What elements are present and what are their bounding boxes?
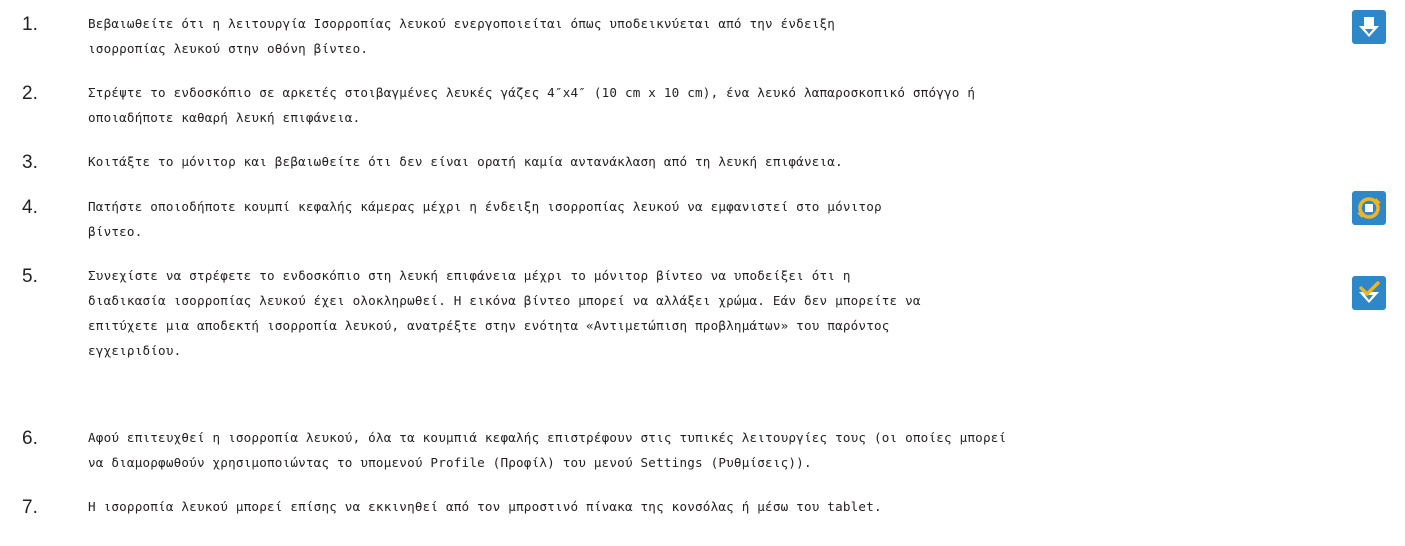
- step-text: Πατήστε οποιοδήποτε κουμπί κεφαλής κάμερ…: [88, 194, 882, 244]
- step-number: 3.: [22, 152, 38, 173]
- step-text-line: Βεβαιωθείτε ότι η λειτουργία Ισορροπίας …: [88, 16, 836, 31]
- step-text-line: Πατήστε οποιοδήποτε κουμπί κεφαλής κάμερ…: [88, 199, 882, 214]
- step-text-line: Κοιτάξτε το μόνιτορ και βεβαιωθείτε ότι …: [88, 154, 843, 169]
- step-text-line: διαδικασία ισορροπίας λευκού έχει ολοκλη…: [88, 293, 921, 308]
- step-text: Βεβαιωθείτε ότι η λειτουργία Ισορροπίας …: [88, 11, 835, 61]
- step-text-line: οποιαδήποτε καθαρή λευκή επιφάνεια.: [88, 110, 361, 125]
- step-text-line: Στρέψτε το ενδοσκόπιο σε αρκετές στοιβαγ…: [88, 85, 976, 100]
- step-text-line: να διαμορφωθούν χρησιμοποιώντας το υπομε…: [88, 455, 812, 470]
- step-text-line: εγχειριδίου.: [88, 343, 182, 358]
- step-text-line: βίντεο.: [88, 224, 143, 239]
- white-balance-in-progress-icon: [1352, 191, 1386, 225]
- step-number: 1.: [22, 14, 38, 35]
- step-text: Αφού επιτευχθεί η ισορροπία λευκού, όλα …: [88, 425, 1006, 475]
- step-number: 6.: [22, 428, 38, 449]
- step-text-line: Η ισορροπία λευκού μπορεί επίσης να εκκι…: [88, 499, 882, 514]
- step-text-line: ισορροπίας λευκού στην οθόνη βίντεο.: [88, 41, 369, 56]
- step-number: 5.: [22, 266, 38, 287]
- step-text-line: Αφού επιτευχθεί η ισορροπία λευκού, όλα …: [88, 430, 1007, 445]
- step-number: 4.: [22, 197, 38, 218]
- step-text-line: επιτύχετε μια αποδεκτή ισορροπία λευκού,…: [88, 318, 890, 333]
- step-text: Συνεχίστε να στρέφετε το ενδοσκόπιο στη …: [88, 263, 921, 363]
- step-text-line: Συνεχίστε να στρέφετε το ενδοσκόπιο στη …: [88, 268, 851, 283]
- step-text: Η ισορροπία λευκού μπορεί επίσης να εκκι…: [88, 494, 882, 519]
- step-text: Στρέψτε το ενδοσκόπιο σε αρκετές στοιβαγ…: [88, 80, 975, 130]
- step-number: 7.: [22, 497, 38, 518]
- step-number: 2.: [22, 83, 38, 104]
- white-balance-icon: [1352, 10, 1386, 44]
- step-text: Κοιτάξτε το μόνιτορ και βεβαιωθείτε ότι …: [88, 149, 843, 174]
- white-balance-complete-icon: [1352, 276, 1386, 310]
